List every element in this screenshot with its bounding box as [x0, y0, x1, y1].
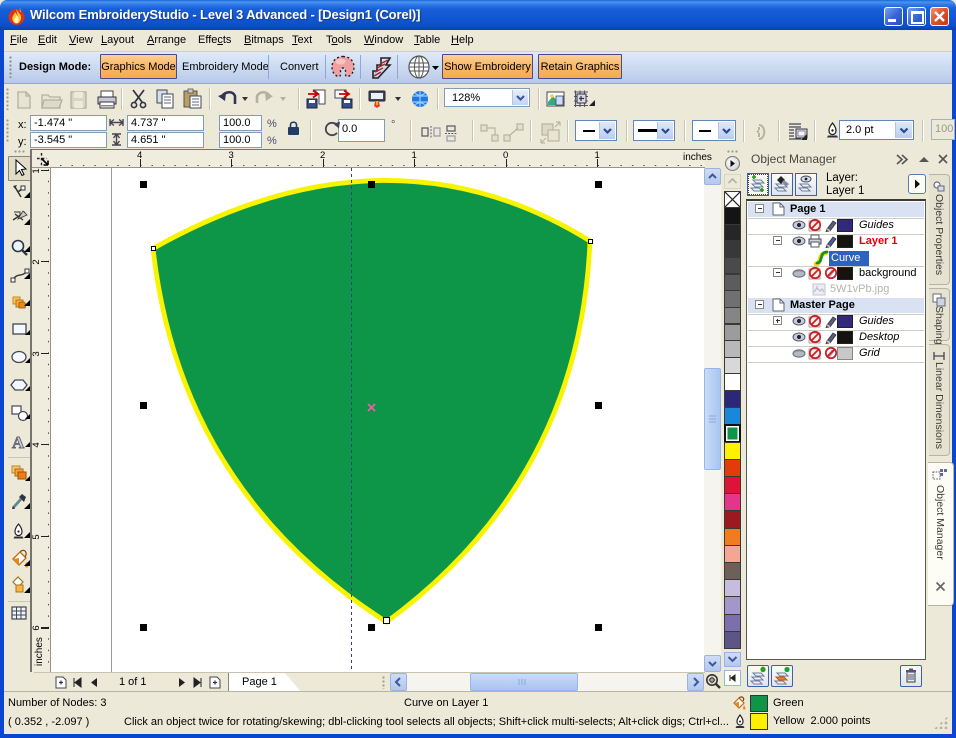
svg-text:A: A [12, 433, 25, 452]
